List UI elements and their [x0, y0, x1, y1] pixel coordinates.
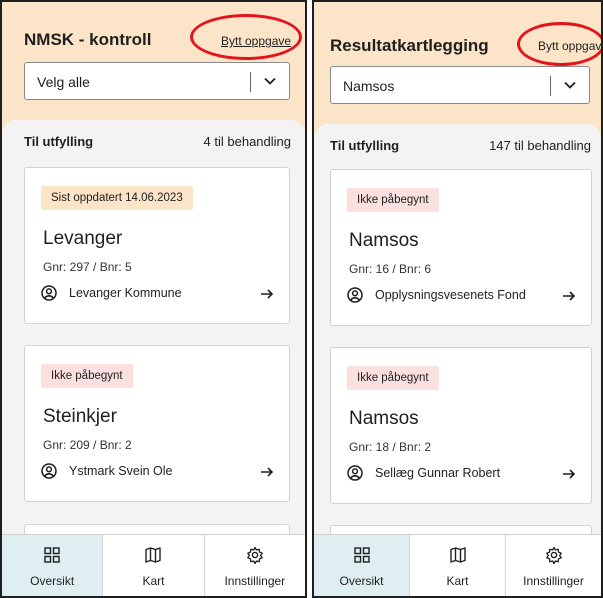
- list-title: Til utfylling: [330, 138, 400, 153]
- arrow-right-icon[interactable]: [561, 466, 577, 482]
- list-header: Til utfylling 147 til behandling: [314, 138, 601, 156]
- card-owner: Opplysningsvesenets Fond: [375, 288, 526, 302]
- nav-settings[interactable]: Innstillinger: [506, 535, 601, 596]
- map-icon: [145, 547, 162, 563]
- select-separator: [550, 76, 551, 96]
- card-owner: Sellæg Gunnar Robert: [375, 466, 501, 480]
- person-circle-icon: [347, 287, 363, 303]
- card-owner: Levanger Kommune: [69, 286, 182, 300]
- nav-map[interactable]: Kart: [103, 535, 205, 596]
- select-separator: [250, 72, 251, 92]
- task-count: 147 til behandling: [489, 138, 591, 153]
- nav-overview[interactable]: Oversikt: [2, 535, 104, 596]
- card-gnr-bnr: Gnr: 16 / Bnr: 6: [349, 262, 432, 276]
- municipality-select[interactable]: Namsos: [330, 66, 590, 104]
- nav-label: Kart: [142, 574, 165, 588]
- card-place: Namsos: [349, 408, 419, 429]
- municipality-select[interactable]: Velg alle: [24, 62, 290, 100]
- nav-label: Kart: [446, 574, 469, 588]
- card-place: Steinkjer: [43, 406, 117, 427]
- person-circle-icon: [41, 285, 57, 301]
- status-badge: Sist oppdatert 14.06.2023: [41, 186, 193, 210]
- map-icon: [449, 547, 466, 563]
- left-screen: NMSK - kontroll Bytt oppgave Velg alle T…: [0, 0, 307, 598]
- grid-icon: [353, 547, 370, 563]
- arrow-right-icon[interactable]: [259, 286, 275, 302]
- nav-label: Oversikt: [30, 574, 75, 588]
- card-gnr-bnr: Gnr: 297 / Bnr: 5: [43, 260, 132, 274]
- page-title: NMSK - kontroll: [24, 30, 152, 49]
- list-header: Til utfylling 4 til behandling: [2, 134, 305, 152]
- card-place: Levanger: [43, 228, 123, 249]
- header: Resultatkartlegging Bytt oppgave Namsos: [314, 2, 601, 142]
- task-card[interactable]: Sist oppdatert 14.06.2023 Levanger Gnr: …: [24, 167, 290, 324]
- task-card[interactable]: Ikke påbegynt Namsos Gnr: 16 / Bnr: 6 Op…: [330, 169, 592, 326]
- page-title: Resultatkartlegging: [330, 36, 489, 55]
- nav-settings[interactable]: Innstillinger: [205, 535, 305, 596]
- grid-icon: [44, 547, 60, 563]
- list-title: Til utfylling: [24, 134, 94, 149]
- task-card[interactable]: Ikke påbegynt Namsos Gnr: 18 / Bnr: 2 Se…: [330, 347, 592, 504]
- status-badge: Ikke påbegynt: [41, 364, 133, 388]
- arrow-right-icon[interactable]: [259, 464, 275, 480]
- chevron-down-icon[interactable]: [263, 74, 277, 88]
- person-circle-icon: [41, 463, 57, 479]
- person-circle-icon: [347, 465, 363, 481]
- card-owner: Ystmark Svein Ole: [69, 464, 173, 478]
- chevron-down-icon[interactable]: [563, 78, 577, 92]
- highlight-oval: [190, 14, 302, 60]
- right-screen: Resultatkartlegging Bytt oppgave Namsos …: [312, 0, 603, 598]
- nav-label: Oversikt: [339, 574, 384, 588]
- arrow-right-icon[interactable]: [561, 288, 577, 304]
- status-badge: Ikke påbegynt: [347, 366, 439, 390]
- nav-label: Innstillinger: [224, 574, 286, 588]
- nav-map[interactable]: Kart: [410, 535, 506, 596]
- status-badge: Ikke påbegynt: [347, 188, 439, 212]
- gear-icon: [246, 546, 263, 564]
- highlight-oval: [517, 22, 601, 66]
- card-place: Namsos: [349, 230, 419, 251]
- task-count: 4 til behandling: [203, 134, 291, 149]
- nav-label: Innstillinger: [523, 574, 584, 588]
- select-value: Velg alle: [37, 74, 90, 90]
- select-value: Namsos: [343, 78, 395, 94]
- bottom-nav: Oversikt Kart Innstillinger: [2, 534, 305, 596]
- task-card[interactable]: Ikke påbegynt Steinkjer Gnr: 209 / Bnr: …: [24, 345, 290, 502]
- nav-overview[interactable]: Oversikt: [314, 535, 410, 596]
- bottom-nav: Oversikt Kart Innstillinger: [314, 534, 601, 596]
- card-gnr-bnr: Gnr: 209 / Bnr: 2: [43, 438, 132, 452]
- card-gnr-bnr: Gnr: 18 / Bnr: 2: [349, 440, 432, 454]
- gear-icon: [545, 546, 562, 564]
